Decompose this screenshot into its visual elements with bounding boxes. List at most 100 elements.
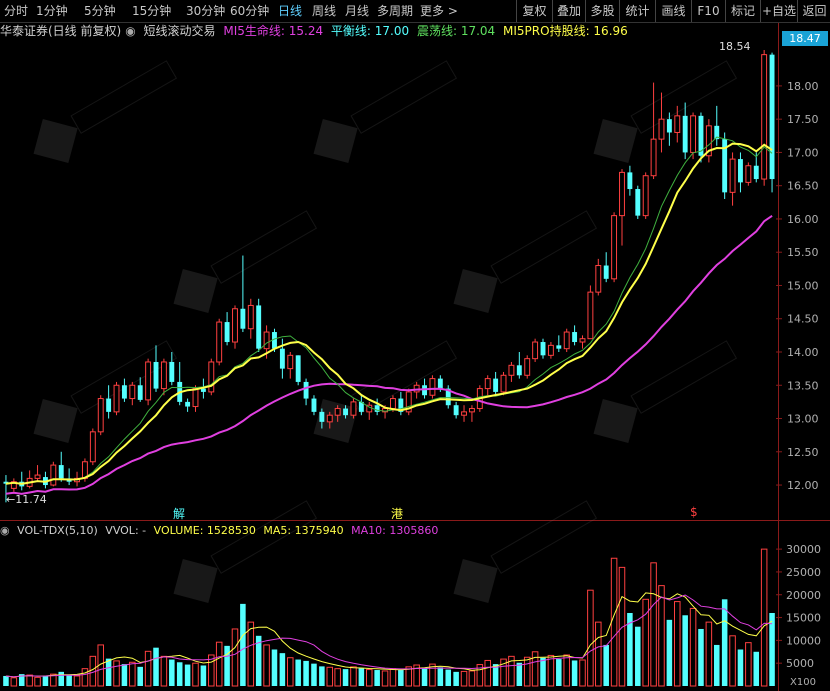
candle-body [121, 385, 127, 399]
volume-bar [381, 670, 389, 687]
ma10-value: MA10: 1305860 [351, 524, 439, 537]
mi5-life-value: MI5生命线: 15.24 [223, 24, 324, 38]
candle-body [334, 408, 341, 416]
volume-bar [516, 662, 523, 686]
restore-rights-button[interactable]: 复权 [516, 0, 552, 22]
watermark-diamond [173, 558, 218, 604]
candle-body [129, 384, 136, 400]
volume-bar [421, 668, 428, 686]
unlock-marker[interactable]: 解 [173, 505, 185, 522]
tab-60min[interactable]: 60分钟 [230, 0, 269, 22]
candle-body [761, 54, 768, 180]
volume-bar [523, 656, 531, 687]
volume-bar [271, 649, 278, 686]
overlay-button[interactable]: 叠加 [552, 0, 585, 22]
candle-body [224, 322, 230, 343]
volume-bar [169, 659, 175, 686]
watermark-diamond [173, 268, 218, 314]
volume-bar [113, 660, 120, 687]
tab-weekly[interactable]: 周线 [312, 0, 336, 22]
volume-bar [263, 644, 270, 687]
dividend-marker[interactable]: $ [690, 505, 698, 519]
vol-indicator-name[interactable]: VOL-TDX(5,10) [17, 524, 98, 537]
price-tick-label: 12.00 [787, 479, 819, 492]
candle-body [579, 338, 586, 343]
tab-1min[interactable]: 1分钟 [36, 0, 68, 22]
watermark-text-block [490, 210, 598, 284]
multi-stock-button[interactable]: 多股 [585, 0, 619, 22]
volume-tick-label: 30000 [786, 543, 821, 556]
candle-body [319, 411, 325, 422]
tab-fenshi[interactable]: 分时 [4, 0, 28, 22]
candle-body [556, 345, 562, 349]
candle-body [532, 341, 539, 360]
add-favorite-button[interactable]: +自选 [760, 0, 797, 22]
mark-button[interactable]: 标记 [725, 0, 760, 22]
watermark-text-block [70, 340, 178, 414]
watermark-text-block [350, 60, 458, 134]
volume-bar [689, 607, 697, 687]
candle-body [326, 414, 333, 423]
volume-bar [105, 658, 112, 686]
watermark-logo [33, 60, 178, 164]
back-button[interactable]: 返回 [797, 0, 830, 22]
price-tick-label: 15.00 [787, 279, 819, 292]
volume-bar [374, 670, 380, 686]
volume-bar [153, 647, 159, 686]
candle-body [572, 332, 578, 343]
watermark-logo [593, 340, 738, 444]
vol-settings-icon[interactable]: ◉ [0, 524, 10, 537]
watermark-diamond [33, 398, 78, 444]
tab-monthly[interactable]: 月线 [345, 0, 369, 22]
candle-layer [3, 49, 775, 503]
candle-body [232, 308, 238, 343]
tab-multi-period[interactable]: 多周期 [377, 0, 413, 22]
draw-line-button[interactable]: 画线 [655, 0, 691, 22]
tab-15min[interactable]: 15分钟 [132, 0, 171, 22]
volume-bar [129, 661, 136, 687]
hk-marker[interactable]: 港 [391, 505, 403, 522]
price-tick-label: 16.50 [787, 180, 819, 193]
tab-30min[interactable]: 30分钟 [186, 0, 225, 22]
volume-bar [698, 628, 704, 686]
volume-tick-label: 5000 [786, 657, 814, 670]
candle-body [350, 401, 357, 416]
mi5pro-line [5, 142, 773, 485]
watermark-text-block [630, 340, 738, 414]
candle-body [603, 265, 609, 279]
tab-5min[interactable]: 5分钟 [84, 0, 116, 22]
candle-body [113, 384, 120, 413]
indicator-lines [5, 136, 773, 495]
watermark-diamond [453, 558, 498, 604]
candle-body [666, 119, 672, 133]
tab-more[interactable]: 更多 > [420, 0, 458, 22]
watermark-diamond [33, 118, 78, 164]
volume-bar [231, 628, 239, 687]
stock-title: 华泰证券(日线 前复权) [0, 24, 122, 38]
volume-bar [468, 670, 476, 687]
candle-body [34, 474, 41, 479]
indicator-settings-icon[interactable]: ◉ [125, 24, 135, 38]
watermark-logo [593, 60, 738, 164]
volume-bar [184, 664, 191, 686]
f10-button[interactable]: F10 [691, 0, 725, 22]
oscillation-value: 震荡线: 17.04 [416, 24, 496, 38]
candle-body [256, 305, 262, 349]
candle-body [690, 115, 697, 153]
volume-tick-label: 15000 [786, 612, 821, 625]
candle-body [453, 405, 459, 416]
volume-bar [176, 662, 183, 686]
candle-body [208, 361, 215, 393]
indicator-name[interactable]: 短线滚动交易 [144, 24, 216, 38]
candle-body [303, 381, 309, 399]
volume-bar [365, 669, 373, 687]
statistics-button[interactable]: 统计 [619, 0, 655, 22]
volume-bar [160, 655, 168, 687]
candle-body [540, 342, 546, 356]
volume-bar [579, 659, 586, 687]
price-tick-label: 15.50 [787, 246, 819, 259]
volume-bar [279, 653, 286, 686]
volume-bar [287, 657, 294, 687]
volume-ma5-line [5, 592, 773, 678]
tab-daily[interactable]: 日线 [278, 0, 302, 22]
